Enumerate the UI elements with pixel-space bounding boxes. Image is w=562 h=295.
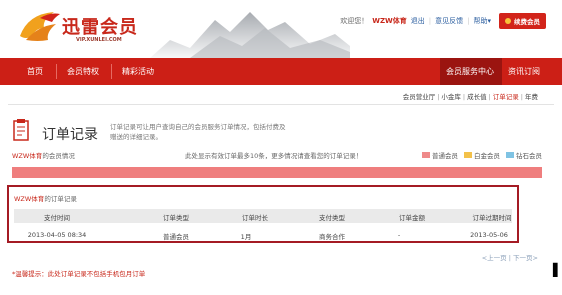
nav-divider bbox=[111, 64, 112, 79]
membership-timeline-bar bbox=[12, 167, 542, 178]
greeting-text: 欢迎您！ bbox=[340, 17, 369, 25]
member-notice: 此处显示有效订单最多10条，更多情况请查看您的订单记录！ bbox=[185, 152, 363, 160]
divider bbox=[8, 104, 554, 105]
feedback-link[interactable]: 意见反馈 bbox=[435, 16, 463, 26]
thunder-icon bbox=[505, 18, 511, 24]
member-legend: 普通会员 白金会员 钻石会员 bbox=[422, 150, 542, 160]
column-header: 订单过期时间 bbox=[472, 214, 512, 222]
cell-pay-time: 2013-04-05 08:34 bbox=[27, 231, 87, 239]
renew-label: 续费会员 bbox=[514, 18, 540, 26]
cell-amount: - bbox=[397, 231, 401, 239]
nav-item-privileges[interactable]: 会员特权 bbox=[67, 58, 99, 85]
nav-item-activities[interactable]: 精彩活动 bbox=[122, 58, 154, 85]
ink-mountains-decoration bbox=[150, 12, 350, 58]
legend-label: 普通会员 bbox=[432, 152, 458, 160]
sub-nav: 会员营业厅 | 小金库 | 成长值 | 订单记录 | 年费 bbox=[403, 91, 538, 101]
nav-item-service-center[interactable]: 会员服务中心 bbox=[446, 58, 494, 85]
column-header: 支付类型 bbox=[319, 214, 345, 222]
page-description: 订单记录可让用户查询自己的会员服务订单情况，包括付费及赠送的详细记录。 bbox=[110, 123, 286, 141]
divider: | bbox=[437, 93, 440, 101]
nav-divider bbox=[56, 64, 57, 79]
divider: | bbox=[508, 254, 511, 262]
brand-url: VIP.XUNLEI.COM bbox=[76, 37, 122, 43]
next-page-link[interactable]: 下一页> bbox=[513, 254, 538, 262]
member-username: WZW体育 bbox=[12, 152, 43, 160]
column-header: 支付时间 bbox=[44, 214, 70, 222]
text-cursor-icon: ▌ bbox=[553, 263, 562, 277]
orders-table-header: 支付时间 订单类型 订单时长 支付类型 订单金额 订单过期时间 bbox=[14, 209, 512, 223]
column-header: 订单金额 bbox=[399, 214, 425, 222]
cell-expire-date: 2013-05-06 bbox=[470, 231, 508, 239]
order-records-title: WZW体育的订单记录 bbox=[14, 193, 77, 203]
divider: | bbox=[428, 17, 432, 25]
logout-link[interactable]: 退出 bbox=[411, 16, 425, 26]
username-link[interactable]: WZW体育 bbox=[372, 16, 407, 26]
warm-tip: *温馨提示：此处订单记录不包括手机包月订单 bbox=[12, 270, 146, 278]
orders-username: WZW体育 bbox=[14, 195, 45, 203]
legend-item-diamond: 钻石会员 bbox=[506, 150, 542, 160]
column-header: 订单类型 bbox=[163, 214, 189, 222]
cell-duration: 1月 bbox=[240, 233, 252, 241]
orders-suffix: 的订单记录 bbox=[44, 195, 77, 203]
header: 迅雷会员 VIP.XUNLEI.COM 欢迎您！ WZW体育 退出 | 意见反馈… bbox=[0, 0, 562, 58]
legend-swatch bbox=[422, 152, 430, 158]
subnav-item-hall[interactable]: 会员营业厅 bbox=[403, 93, 436, 101]
subnav-item-vault[interactable]: 小金库 bbox=[441, 93, 461, 101]
prev-page-link[interactable]: <上一页 bbox=[482, 254, 507, 262]
help-label: 帮助 bbox=[473, 17, 488, 25]
cell-pay-type: 商务合作 bbox=[319, 233, 345, 241]
renew-vip-button[interactable]: 续费会员 bbox=[499, 13, 546, 29]
order-records-panel: WZW体育的订单记录 支付时间 订单类型 订单时长 支付类型 订单金额 订单过期… bbox=[7, 185, 519, 243]
table-row: 2013-04-05 08:34 普通会员 1月 商务合作 - 2013-05-… bbox=[14, 231, 512, 241]
divider: | bbox=[488, 93, 491, 101]
subnav-item-annual[interactable]: 年费 bbox=[525, 93, 538, 101]
user-topbar: 欢迎您！ WZW体育 退出 | 意见反馈 | 帮助▾ 续费会员 bbox=[340, 13, 546, 29]
main-nav: 首页 会员特权 精彩活动 会员服务中心 资讯订阅 bbox=[0, 58, 562, 85]
legend-item-regular: 普通会员 bbox=[422, 150, 458, 160]
pagination: <上一页 | 下一页> bbox=[482, 252, 538, 262]
divider: | bbox=[520, 93, 523, 101]
xunlei-vip-logo[interactable]: 迅雷会员 VIP.XUNLEI.COM bbox=[14, 6, 144, 48]
legend-label: 钻石会员 bbox=[516, 152, 542, 160]
chevron-down-icon: ▾ bbox=[487, 17, 491, 25]
column-header: 订单时长 bbox=[242, 214, 268, 222]
legend-swatch bbox=[464, 152, 472, 158]
nav-item-home[interactable]: 首页 bbox=[27, 58, 43, 85]
nav-item-news[interactable]: 资讯订阅 bbox=[508, 58, 540, 85]
help-menu[interactable]: 帮助▾ bbox=[473, 16, 491, 26]
subnav-item-growth[interactable]: 成长值 bbox=[467, 93, 487, 101]
subnav-item-orders[interactable]: 订单记录 bbox=[493, 93, 519, 101]
divider: | bbox=[462, 93, 466, 101]
cell-order-type: 普通会员 bbox=[163, 233, 189, 241]
page-title: 订单记录 bbox=[42, 127, 98, 143]
legend-label: 白金会员 bbox=[474, 152, 500, 160]
legend-item-platinum: 白金会员 bbox=[464, 150, 500, 160]
order-document-icon bbox=[13, 119, 29, 141]
divider: | bbox=[467, 17, 470, 25]
member-status-header: WZW体育的会员情况 此处显示有效订单最多10条，更多情况请查看您的订单记录！ … bbox=[12, 150, 542, 162]
legend-swatch bbox=[506, 152, 514, 158]
member-suffix: 的会员情况 bbox=[42, 152, 75, 160]
brand-name: 迅雷会员 bbox=[62, 17, 138, 38]
